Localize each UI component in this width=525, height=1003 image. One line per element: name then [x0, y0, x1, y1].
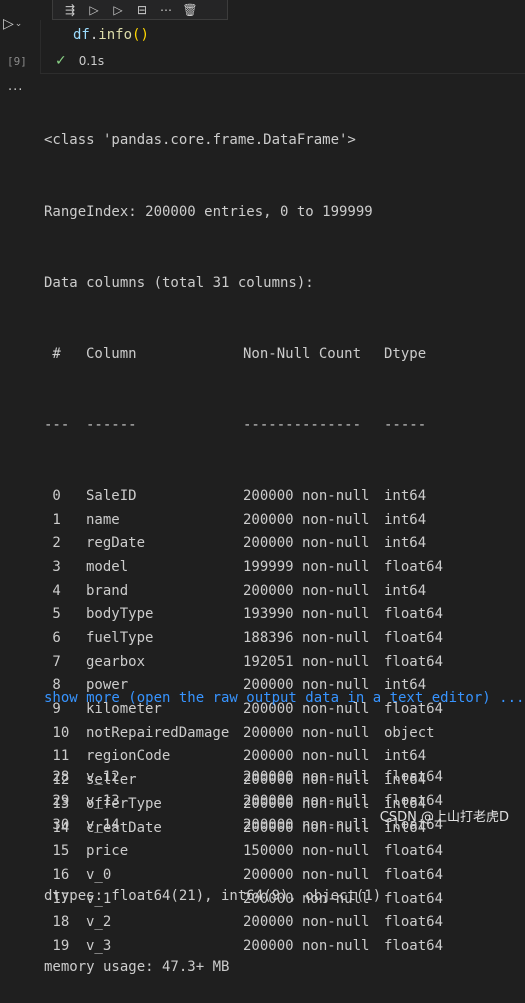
- row-index: 5: [44, 606, 61, 623]
- row-index: 6: [44, 630, 61, 646]
- row-dtype: int64: [384, 582, 427, 599]
- header-idx: #: [44, 345, 61, 362]
- row-non-null-count: 200000 non-null: [243, 582, 370, 599]
- row-non-null-count: 200000 non-null: [243, 511, 370, 528]
- header-count: Non-Null Count: [243, 345, 362, 362]
- row-non-null-count: 199999 non-null: [243, 558, 370, 575]
- row-column-name: brand: [86, 582, 129, 599]
- row-dtype: float64: [384, 769, 444, 786]
- execution-status: ✓ 0.1s: [55, 53, 104, 69]
- row-column-name: gearbox: [86, 653, 146, 670]
- row-index: 3: [44, 558, 61, 575]
- code-object: df: [73, 27, 90, 43]
- row-non-null-count: 200000 non-null: [243, 816, 370, 833]
- output-menu-button[interactable]: ···: [8, 83, 23, 98]
- row-column-name: regDate: [86, 535, 146, 552]
- run-by-line-icon[interactable]: ⇶: [61, 3, 79, 17]
- code-cell[interactable]: df.info() ✓ 0.1s: [40, 20, 525, 73]
- table-row: 5 bodyType 193990 non-null float64: [44, 603, 464, 627]
- row-non-null-count: 200000 non-null: [243, 769, 370, 786]
- cell-divider: [40, 73, 525, 74]
- execute-above-icon[interactable]: ▷: [85, 3, 103, 17]
- row-index: 2: [44, 535, 61, 552]
- split-cell-icon[interactable]: ⊟: [133, 3, 151, 17]
- rule-idx: ---: [44, 416, 70, 433]
- delete-icon[interactable]: 🗑: [181, 3, 199, 17]
- row-index: 7: [44, 653, 61, 670]
- table-row: 28 v_12 200000 non-null float64: [44, 766, 464, 790]
- row-column-name: model: [86, 558, 129, 575]
- row-dtype: float64: [384, 606, 444, 623]
- rule-dtype: -----: [384, 416, 427, 433]
- row-non-null-count: 193990 non-null: [243, 606, 370, 623]
- row-column-name: fuelType: [86, 630, 154, 646]
- table-row: 2 regDate 200000 non-null int64: [44, 532, 464, 556]
- cell-toolbar: ⇶ ▷ ▷ ⊟ ⋯ 🗑: [52, 0, 228, 20]
- output-tail: 28 v_12 200000 non-null float64 29 v_13 20000…: [44, 719, 464, 1003]
- row-dtype: float64: [384, 630, 444, 646]
- row-dtype: float64: [384, 558, 444, 575]
- cell-gutter: [0, 0, 40, 833]
- check-icon: ✓: [55, 53, 67, 69]
- code-function: info: [98, 27, 133, 43]
- header-dtype: Dtype: [384, 345, 427, 362]
- output-index-line: RangeIndex: 200000 entries, 0 to 199999: [44, 203, 373, 220]
- watermark: CSDN @上山打老虎D: [379, 810, 509, 825]
- table-row: 0 SaleID 200000 non-null int64: [44, 485, 464, 509]
- more-icon[interactable]: ⋯: [157, 3, 175, 17]
- play-icon: ▷: [3, 16, 14, 32]
- row-non-null-count: 200000 non-null: [243, 793, 370, 810]
- show-more-line: show more (open the raw output data in a…: [44, 687, 524, 706]
- columns-rule: --- ------ -------------- -----: [44, 414, 464, 438]
- header-column: Column: [86, 345, 137, 362]
- table-row: 4 brand 200000 non-null int64: [44, 580, 464, 604]
- table-row: 7 gearbox 192051 non-null float64: [44, 651, 464, 675]
- tail-rows: 28 v_12 200000 non-null float64 29 v_13 20000…: [44, 766, 464, 837]
- output-class-line: <class 'pandas.core.frame.DataFrame'>: [44, 132, 356, 149]
- row-index: 29: [44, 793, 70, 810]
- show-more-link[interactable]: show more (open the raw output data in a…: [44, 690, 524, 706]
- row-dtype: float64: [384, 653, 444, 670]
- row-column-name: v_12: [86, 769, 120, 786]
- row-column-name: name: [86, 511, 120, 528]
- rule-column: ------: [86, 416, 137, 433]
- row-index: 4: [44, 582, 61, 599]
- table-row: 6 fuelType 188396 non-null float64: [44, 627, 464, 651]
- row-index: 28: [44, 769, 70, 786]
- chevron-down-icon[interactable]: ⌄: [15, 19, 23, 29]
- row-dtype: int64: [384, 511, 427, 528]
- output-columns-line: Data columns (total 31 columns):: [44, 274, 314, 291]
- row-non-null-count: 200000 non-null: [243, 535, 370, 552]
- row-non-null-count: 192051 non-null: [243, 653, 370, 670]
- dtypes-line: dtypes: float64(21), int64(9), object(1): [44, 887, 382, 904]
- row-dtype: int64: [384, 535, 427, 552]
- rule-count: --------------: [243, 416, 362, 433]
- table-row: 1 name 200000 non-null int64: [44, 509, 464, 533]
- row-index: 0: [44, 487, 61, 504]
- table-row: 3 model 199999 non-null float64: [44, 556, 464, 580]
- execute-below-icon[interactable]: ▷: [109, 3, 127, 17]
- run-cell-button[interactable]: ▷ ⌄: [3, 14, 29, 34]
- row-non-null-count: 188396 non-null: [243, 630, 370, 646]
- row-index: 1: [44, 511, 61, 528]
- row-non-null-count: 200000 non-null: [243, 487, 370, 504]
- code-line[interactable]: df.info(): [73, 27, 149, 43]
- code-parens: (): [132, 27, 149, 43]
- memory-line: memory usage: 47.3+ MB: [44, 959, 230, 976]
- execution-count: [9]: [7, 55, 27, 68]
- row-dtype: int64: [384, 487, 427, 504]
- columns-header: # Column Non-Null Count Dtype: [44, 343, 464, 367]
- execution-duration: 0.1s: [78, 54, 105, 68]
- row-column-name: v_14: [86, 816, 120, 833]
- row-column-name: v_13: [86, 793, 120, 810]
- row-column-name: SaleID: [86, 487, 137, 504]
- row-index: 30: [44, 816, 70, 833]
- row-column-name: bodyType: [86, 606, 154, 623]
